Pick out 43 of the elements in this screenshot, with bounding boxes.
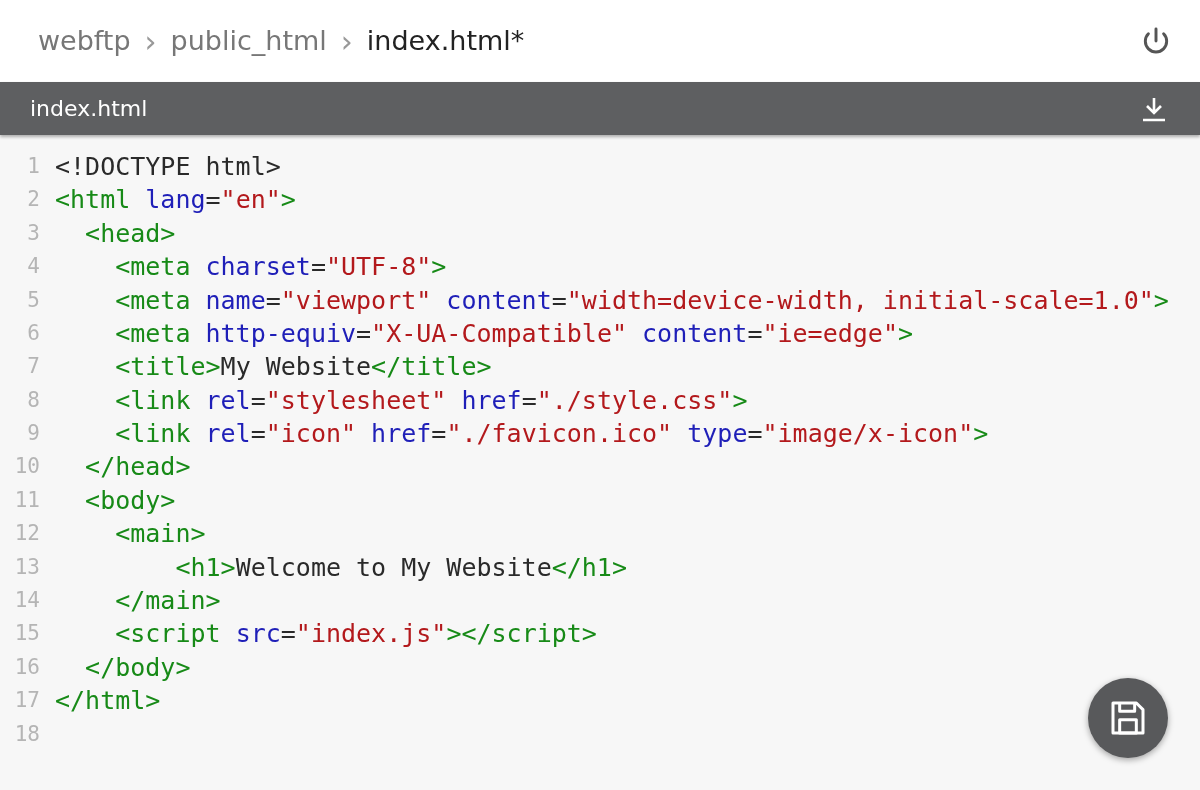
code-line: <title>My Website</title> xyxy=(114,351,492,384)
line-number: 13 xyxy=(13,553,40,581)
code-line: </main> xyxy=(114,585,221,618)
line-number: 1 xyxy=(26,152,40,180)
code-line: <link rel="icon" href="./favicon.ico" type="image/x-icon"> xyxy=(114,418,989,451)
code-line: <html lang="en"> xyxy=(55,184,296,217)
code-line: </head> xyxy=(84,451,191,484)
code-line: <script src="index.js"></script> xyxy=(114,618,597,651)
line-number: 6 xyxy=(26,319,40,347)
line-number: 12 xyxy=(13,520,40,548)
line-number: 3 xyxy=(26,219,40,247)
breadcrumb-link[interactable]: public_html xyxy=(170,20,327,62)
breadcrumb-separator: › xyxy=(144,22,157,61)
breadcrumb-separator: › xyxy=(340,22,353,61)
breadcrumb-link[interactable]: index.html* xyxy=(366,20,525,62)
line-number: 10 xyxy=(13,453,40,481)
line-number: 9 xyxy=(26,420,40,448)
line-number: 18 xyxy=(13,720,40,748)
line-number: 17 xyxy=(13,687,40,715)
line-number: 8 xyxy=(26,386,40,414)
code-line: <meta http-equiv="X-UA-Compatible" content="ie=edge"> xyxy=(114,317,913,350)
line-number: 16 xyxy=(13,653,40,681)
code-line: <h1>Welcome to My Website</h1> xyxy=(174,551,627,584)
save-button[interactable] xyxy=(1088,678,1168,758)
file-title: index.html xyxy=(30,95,148,123)
code-line: <body> xyxy=(84,484,176,517)
code-line: <link rel="stylesheet" href="./style.css"> xyxy=(114,384,748,417)
code-line: </html> xyxy=(55,685,161,718)
code-line: <meta charset="UTF-8"> xyxy=(114,251,447,284)
code-line: <!DOCTYPE html> xyxy=(55,150,281,183)
code-line: </body> xyxy=(84,651,191,684)
line-number: 7 xyxy=(26,353,40,381)
line-number: 14 xyxy=(13,587,40,614)
line-number: 15 xyxy=(13,620,40,648)
line-number: 2 xyxy=(26,186,40,214)
code-line: <main> xyxy=(114,518,206,551)
breadcrumb-link[interactable]: webftp xyxy=(38,20,131,62)
code-line: <head> xyxy=(84,217,176,250)
line-number: 5 xyxy=(26,286,40,314)
line-number: 4 xyxy=(26,253,40,281)
download-icon[interactable] xyxy=(1142,95,1166,122)
code-line: <meta name="viewport" content="width=device-width, initial-scale=1.0"> xyxy=(114,284,1169,317)
line-number: 11 xyxy=(13,486,40,514)
